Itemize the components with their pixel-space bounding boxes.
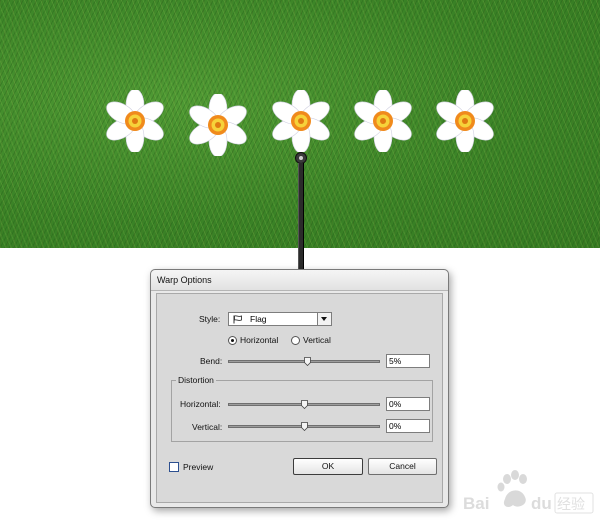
- baidu-paw-icon: Bai du 经验: [449, 465, 599, 525]
- dropdown-arrow-icon[interactable]: [317, 313, 331, 325]
- flag-icon: [233, 315, 243, 324]
- flower-icon: [104, 90, 166, 152]
- warp-options-dialog: Warp Options Style: Flag Horizontal Vert…: [150, 269, 449, 508]
- dialog-body: Style: Flag Horizontal Vertical Bend: 5%…: [156, 293, 443, 503]
- distortion-vertical-slider-thumb[interactable]: [300, 422, 308, 431]
- bend-slider-thumb[interactable]: [304, 357, 312, 366]
- distortion-horizontal-value-field[interactable]: 0%: [386, 397, 430, 411]
- cancel-button[interactable]: Cancel: [368, 458, 437, 475]
- svg-text:经验: 经验: [557, 497, 585, 513]
- distortion-vertical-label: Vertical:: [192, 422, 223, 432]
- horizontal-radio[interactable]: [228, 336, 237, 345]
- flower-icon: [352, 90, 414, 152]
- warp-handle-stem: [298, 163, 304, 269]
- dialog-title: Warp Options: [151, 270, 448, 291]
- flower-icon: [434, 90, 496, 152]
- vertical-radio[interactable]: [291, 336, 300, 345]
- svg-text:Bai: Bai: [463, 494, 489, 513]
- horizontal-radio-label: Horizontal: [240, 335, 279, 345]
- ok-button[interactable]: OK: [293, 458, 363, 475]
- preview-checkbox[interactable]: [169, 462, 179, 472]
- distortion-vertical-value-field[interactable]: 0%: [386, 419, 430, 433]
- style-dropdown[interactable]: Flag: [228, 312, 332, 326]
- distortion-group-label: Distortion: [176, 375, 216, 385]
- distortion-horizontal-label: Horizontal:: [180, 399, 221, 409]
- preview-label: Preview: [183, 462, 214, 472]
- bend-value-field[interactable]: 5%: [386, 354, 430, 368]
- style-label: Style:: [199, 314, 221, 324]
- style-value: Flag: [250, 314, 267, 324]
- bend-label: Bend:: [200, 356, 223, 366]
- distortion-horizontal-slider-thumb[interactable]: [300, 400, 308, 409]
- flower-icon: [270, 90, 332, 152]
- svg-text:du: du: [531, 494, 552, 513]
- flower-icon: [187, 94, 249, 156]
- vertical-radio-label: Vertical: [303, 335, 331, 345]
